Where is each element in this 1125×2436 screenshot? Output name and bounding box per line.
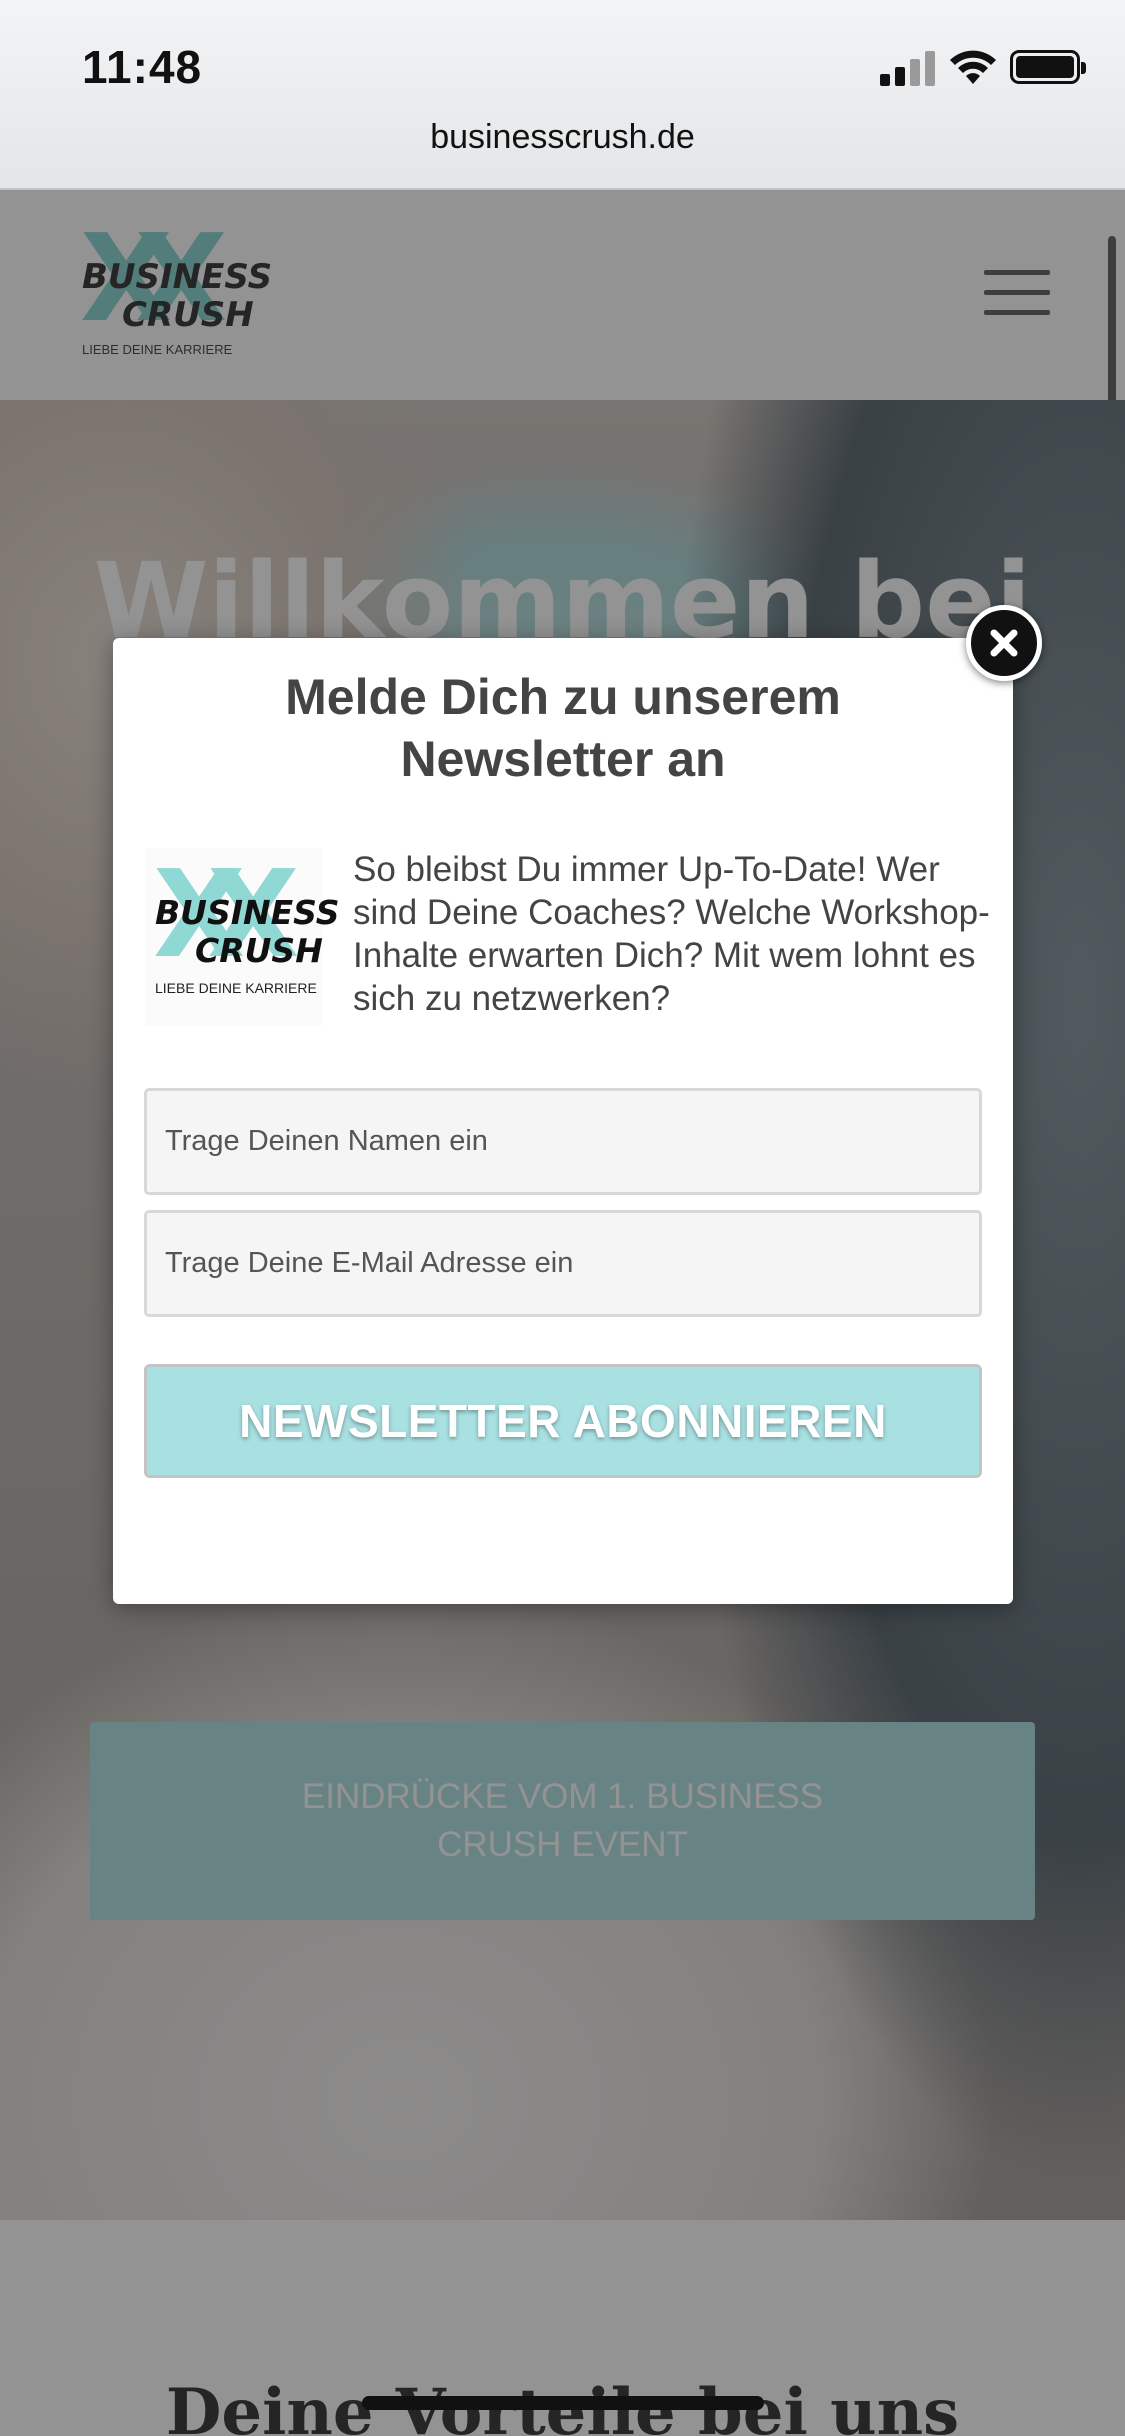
subscribe-button[interactable]: NEWSLETTER ABONNIEREN: [144, 1364, 982, 1478]
battery-icon: [1010, 50, 1086, 84]
newsletter-modal: Melde Dich zu unserem Newsletter an X X …: [113, 638, 1013, 1604]
modal-title: Melde Dich zu unserem Newsletter an: [285, 669, 841, 787]
status-time: 11:48: [82, 41, 203, 93]
url-bar[interactable]: businesscrush.de: [0, 118, 1125, 157]
logo-tagline: LIEBE DEINE KARRIERE: [155, 980, 317, 996]
close-x-glyph: [990, 629, 1018, 657]
logo-text-business: BUSINESS: [155, 893, 340, 932]
modal-description: So bleibst Du immer Up-To-Date! Wer sind…: [353, 850, 990, 1018]
wifi-icon: [950, 50, 996, 84]
modal-logo: X X BUSINESS CRUSH LIEBE DEINE KARRIERE: [145, 848, 340, 1026]
cellular-signal-icon: [880, 50, 936, 86]
logo-text-crush: CRUSH: [195, 931, 323, 970]
name-input[interactable]: [144, 1088, 982, 1195]
home-indicator[interactable]: [362, 2396, 764, 2410]
status-bar: 11:48 businesscrush.de: [0, 0, 1125, 190]
email-input[interactable]: [144, 1210, 982, 1317]
close-icon[interactable]: [966, 605, 1042, 681]
